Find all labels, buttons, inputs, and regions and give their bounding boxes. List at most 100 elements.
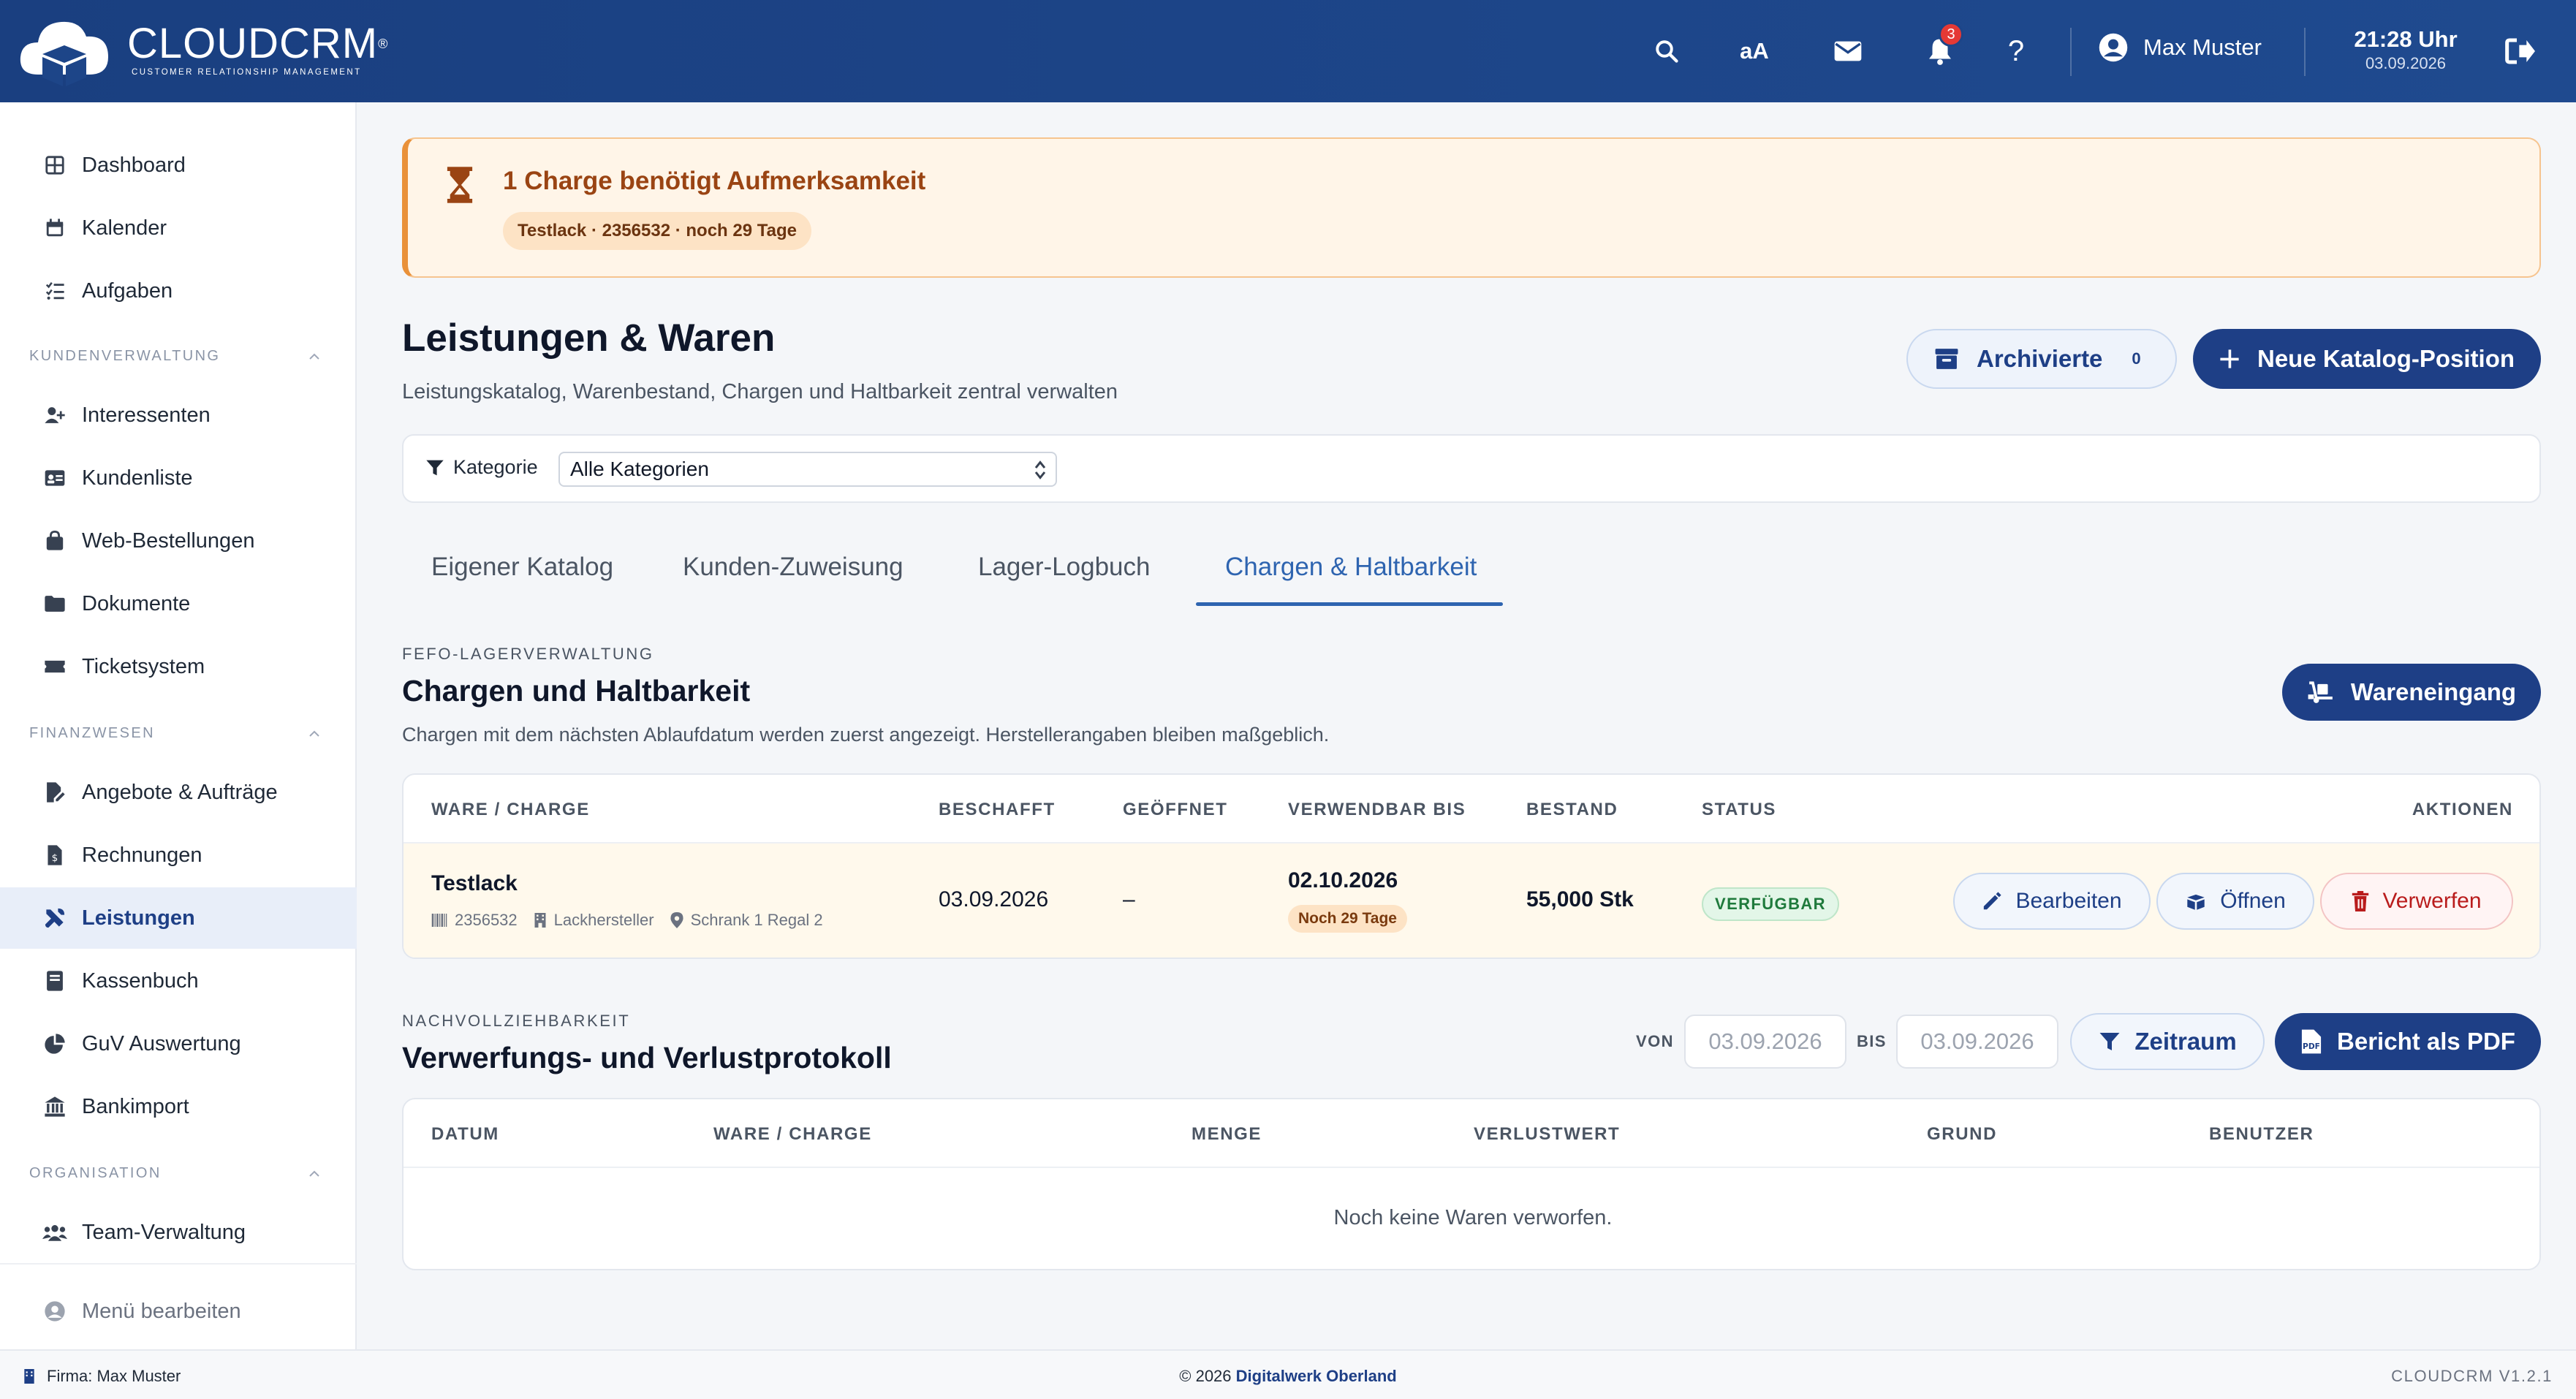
notifications-button[interactable]: 3 xyxy=(1918,22,1963,73)
batch-manufacturer: Lackhersteller xyxy=(553,911,654,929)
section-header-finanzwesen[interactable]: FINANZWESEN xyxy=(29,725,322,742)
category-label-text: Kategorie xyxy=(453,456,538,478)
sidebar-item-label: Web-Bestellungen xyxy=(82,528,255,553)
sidebar-item-label: Dokumente xyxy=(82,591,191,615)
pdf-report-label: Bericht als PDF xyxy=(2337,1028,2515,1055)
edit-batch-label: Bearbeiten xyxy=(2015,889,2122,913)
section-header-kundenverwaltung[interactable]: KUNDENVERWALTUNG xyxy=(29,348,322,365)
time-range-button[interactable]: Zeitraum xyxy=(2070,1013,2265,1070)
column-header: AKTIONEN xyxy=(2412,800,2513,819)
edit-menu-button[interactable]: Menü bearbeiten xyxy=(0,1281,357,1342)
tools-icon xyxy=(45,908,65,928)
sidebar-item-rechnungen[interactable]: $ Rechnungen xyxy=(0,824,357,886)
search-button[interactable] xyxy=(1645,29,1689,73)
column-header: BESTAND xyxy=(1526,800,1618,819)
header-divider xyxy=(2304,28,2306,76)
tab-lager-logbuch[interactable]: Lager-Logbuch xyxy=(978,553,1150,582)
select-arrows-icon xyxy=(1034,460,1046,479)
sidebar-item-guv[interactable]: GuV Auswertung xyxy=(0,1013,357,1074)
discard-batch-button[interactable]: Verwerfen xyxy=(2320,873,2513,930)
sidebar-item-dashboard[interactable]: Dashboard xyxy=(0,134,357,196)
batches-description: Chargen mit dem nächsten Ablaufdatum wer… xyxy=(402,724,1330,746)
batches-eyebrow: FEFO-LAGERVERWALTUNG xyxy=(402,645,654,663)
table-row: Testlack 2356532 Lackhersteller Schrank … xyxy=(404,842,2539,958)
team-icon xyxy=(42,1225,67,1241)
to-date-input[interactable]: 03.09.2026 xyxy=(1896,1015,2058,1069)
sidebar-item-kundenliste[interactable]: Kundenliste xyxy=(0,447,357,509)
calendar-icon xyxy=(46,219,64,237)
section-title: ORGANISATION xyxy=(29,1165,162,1181)
sidebar-item-label: Bankimport xyxy=(82,1094,189,1118)
brand-subtitle: CUSTOMER RELATIONSHIP MANAGEMENT xyxy=(132,68,362,77)
active-tab-indicator xyxy=(1196,602,1503,606)
logout-icon xyxy=(2505,38,2535,64)
shopping-bag-icon xyxy=(46,531,64,550)
page-subtitle: Leistungskatalog, Warenbestand, Chargen … xyxy=(402,380,1118,403)
alert-batch-chip[interactable]: Testlack · 2356532 · noch 29 Tage xyxy=(503,212,811,250)
batch-number: 2356532 xyxy=(455,911,518,929)
notification-count-badge: 3 xyxy=(1939,22,1963,47)
from-date-input[interactable]: 03.09.2026 xyxy=(1684,1015,1846,1069)
logout-button[interactable] xyxy=(2499,29,2542,73)
brand-registered: ® xyxy=(378,37,389,51)
sidebar-item-label: Dashboard xyxy=(82,153,186,177)
sidebar-item-kalender[interactable]: Kalender xyxy=(0,197,357,259)
pdf-report-button[interactable]: PDF Bericht als PDF xyxy=(2275,1013,2541,1070)
sidebar-item-team-verwaltung[interactable]: Team-Verwaltung xyxy=(0,1202,357,1263)
table-divider xyxy=(404,1167,2539,1168)
help-button[interactable]: ? xyxy=(1994,29,2038,73)
file-pdf-icon: PDF xyxy=(2301,1029,2322,1054)
archive-icon xyxy=(1935,349,1958,369)
sidebar-item-ticketsystem[interactable]: Ticketsystem xyxy=(0,636,357,697)
sidebar-item-web-bestellungen[interactable]: Web-Bestellungen xyxy=(0,510,357,572)
protocol-table: DATUM WARE / CHARGE MENGE VERLUSTWERT GR… xyxy=(402,1098,2541,1270)
new-catalog-position-button[interactable]: Neue Katalog-Position xyxy=(2193,329,2541,389)
tasks-icon xyxy=(45,282,64,300)
batch-usable-until: 02.10.2026 xyxy=(1288,868,1398,892)
sidebar-item-bankimport[interactable]: Bankimport xyxy=(0,1076,357,1137)
archived-button[interactable]: Archivierte 0 xyxy=(1906,329,2177,389)
brand-logo[interactable]: CLOUDCRM® CUSTOMER RELATIONSHIP MANAGEME… xyxy=(16,12,388,88)
book-icon xyxy=(47,971,63,991)
tab-eigener-katalog[interactable]: Eigener Katalog xyxy=(431,553,613,582)
tab-chargen-haltbarkeit[interactable]: Chargen & Haltbarkeit xyxy=(1225,553,1477,582)
column-header: WARE / CHARGE xyxy=(713,1124,872,1144)
copyright-company-link[interactable]: Digitalwerk Oberland xyxy=(1236,1367,1397,1385)
pie-chart-icon xyxy=(45,1034,65,1054)
edit-batch-button[interactable]: Bearbeiten xyxy=(1953,873,2151,930)
sidebar-item-aufgaben[interactable]: Aufgaben xyxy=(0,260,357,322)
section-title: FINANZWESEN xyxy=(29,725,155,741)
svg-text:$: $ xyxy=(52,852,58,864)
to-label: BIS xyxy=(1857,1032,1887,1050)
filter-icon xyxy=(2099,1033,2120,1050)
footer: Firma: Max Muster © 2026 Digitalwerk Obe… xyxy=(0,1349,2576,1399)
invoice-icon: $ xyxy=(48,845,62,865)
user-menu[interactable]: Max Muster xyxy=(2098,32,2262,63)
sidebar-item-dokumente[interactable]: Dokumente xyxy=(0,573,357,634)
sidebar-item-label: Team-Verwaltung xyxy=(82,1220,246,1244)
column-header: MENGE xyxy=(1192,1124,1262,1144)
font-size-button[interactable]: aA xyxy=(1732,29,1776,73)
sidebar-item-angebote[interactable]: Angebote & Aufträge xyxy=(0,762,357,823)
tab-kunden-zuweisung[interactable]: Kunden-Zuweisung xyxy=(683,553,904,582)
open-batch-button[interactable]: Öffnen xyxy=(2156,873,2314,930)
section-header-organisation[interactable]: ORGANISATION xyxy=(29,1165,322,1182)
sidebar-divider xyxy=(0,1263,357,1265)
incoming-goods-label: Wareneingang xyxy=(2350,678,2517,705)
help-icon: ? xyxy=(2007,34,2025,67)
bank-icon xyxy=(45,1096,65,1117)
footer-copyright: © 2026 Digitalwerk Oberland xyxy=(0,1367,2576,1386)
sidebar-item-kassenbuch[interactable]: Kassenbuch xyxy=(0,950,357,1012)
sidebar-item-label: Angebote & Aufträge xyxy=(82,780,278,804)
category-select[interactable]: Alle Kategorien xyxy=(558,452,1057,487)
open-batch-label: Öffnen xyxy=(2220,889,2286,913)
sidebar-item-label: Rechnungen xyxy=(82,843,202,867)
incoming-goods-button[interactable]: Wareneingang xyxy=(2282,664,2541,721)
messages-button[interactable] xyxy=(1826,29,1870,73)
from-label: VON xyxy=(1636,1032,1674,1050)
archived-label: Archivierte xyxy=(1977,345,2103,372)
id-card-icon xyxy=(45,470,65,486)
sidebar-item-leistungen[interactable]: Leistungen xyxy=(0,887,357,949)
sidebar-item-interessenten[interactable]: Interessenten xyxy=(0,384,357,446)
sidebar-item-label: Kassenbuch xyxy=(82,968,199,993)
